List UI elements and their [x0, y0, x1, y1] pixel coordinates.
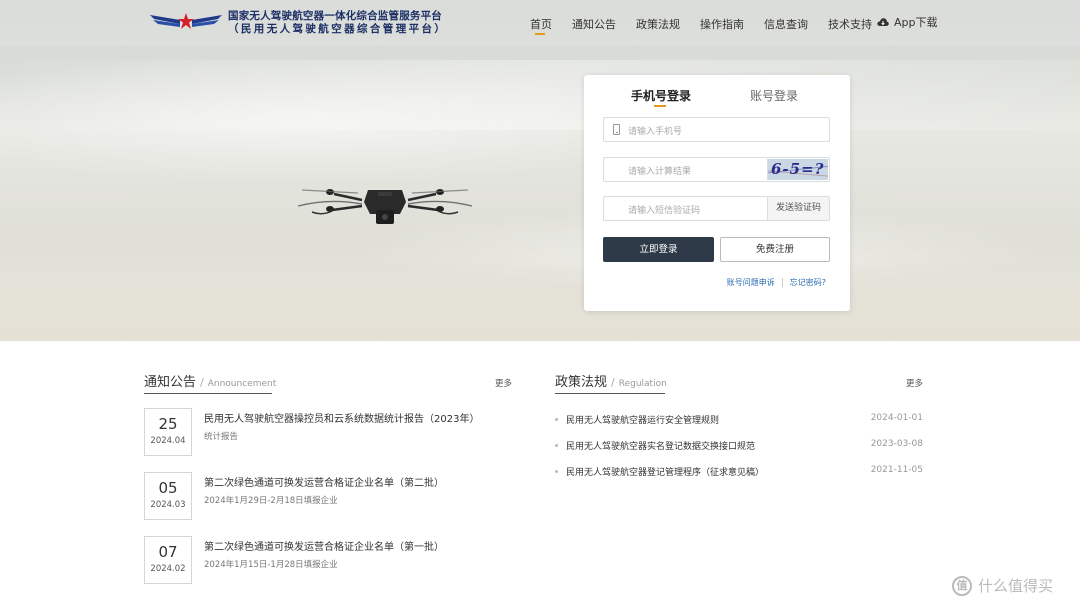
top-header: 国家无人驾驶航空器一体化综合监管服务平台 （民用无人驾驶航空器综合管理平台） 首… — [0, 0, 1080, 46]
notice-date: 05 2024.03 — [144, 472, 192, 520]
notices-underline — [144, 393, 272, 394]
drone-image — [297, 189, 473, 224]
sms-code-field[interactable]: 请输入短信验证码 发送验证码 — [603, 196, 830, 221]
caac-wings-logo[interactable] — [150, 11, 222, 33]
site-title-sub: （民用无人驾驶航空器综合管理平台） — [228, 23, 448, 35]
nav-policies[interactable]: 政策法规 — [636, 16, 680, 32]
policy-title[interactable]: 民用无人驾驶航空器登记管理程序（征求意见稿） — [566, 465, 764, 478]
main-nav: 首页 通知公告 政策法规 操作指南 信息查询 技术支持 — [530, 16, 892, 35]
sms-placeholder: 请输入短信验证码 — [628, 206, 701, 216]
send-code-button[interactable]: 发送验证码 — [767, 197, 829, 220]
policy-title[interactable]: 民用无人驾驶航空器运行安全管理规则 — [566, 413, 719, 426]
cloud-download-icon — [877, 18, 889, 26]
policies-more-link[interactable]: 更多 — [906, 377, 923, 389]
notice-day: 25 — [158, 415, 178, 433]
nav-info-query[interactable]: 信息查询 — [764, 16, 808, 32]
policy-date: 2021-11-05 — [870, 465, 923, 475]
bullet-dot — [555, 470, 558, 473]
watermark-icon: 值 — [952, 575, 972, 596]
tab-account-login[interactable]: 账号登录 — [750, 87, 798, 104]
notice-date: 25 2024.04 — [144, 408, 192, 456]
smzdm-watermark: 值 什么值得买 — [952, 575, 1053, 596]
site-title: 国家无人驾驶航空器一体化综合监管服务平台 （民用无人驾驶航空器综合管理平台） — [228, 10, 447, 36]
app-download-link[interactable]: App下载 — [877, 14, 938, 30]
nav-tech-support[interactable]: 技术支持 — [828, 16, 872, 32]
notice-day: 07 — [158, 543, 178, 561]
hero-banner — [0, 0, 1080, 341]
title-slash: / — [611, 376, 615, 389]
notice-title[interactable]: 第二次绿色通道可换发运营合格证企业名单（第二批） — [204, 474, 444, 489]
policy-item[interactable]: 民用无人驾驶航空器登记管理程序（征求意见稿） 2021-11-05 — [555, 465, 923, 479]
title-slash: / — [200, 376, 204, 389]
notice-date: 07 2024.02 — [144, 536, 192, 584]
login-button[interactable]: 立即登录 — [603, 237, 714, 262]
calc-result-field[interactable]: 请输入计算结果 6-5=? — [603, 157, 830, 182]
notice-subtitle: 统计报告 — [204, 432, 239, 442]
notices-header: 通知公告 / Announcement — [144, 371, 276, 390]
policy-title[interactable]: 民用无人驾驶航空器实名登记数据交换接口规范 — [566, 439, 755, 452]
notice-title[interactable]: 民用无人驾驶航空器操控员和云系统数据统计报告（2023年） — [204, 410, 479, 425]
notice-year-month: 2024.03 — [150, 500, 186, 510]
phone-placeholder: 请输入手机号 — [628, 127, 683, 137]
bullet-dot — [555, 418, 558, 421]
account-issue-link[interactable]: 账号问题申诉 — [727, 277, 775, 288]
notice-title[interactable]: 第二次绿色通道可换发运营合格证企业名单（第一批） — [204, 538, 444, 553]
policies-underline — [555, 393, 665, 394]
notice-subtitle: 2024年1月29日-2月18日填报企业 — [204, 496, 338, 506]
policies-header: 政策法规 / Regulation — [555, 371, 667, 390]
login-links: 账号问题申诉 忘记密码? — [727, 277, 826, 288]
notice-day: 05 — [158, 479, 178, 497]
notice-item[interactable]: 25 2024.04 民用无人驾驶航空器操控员和云系统数据统计报告（2023年）… — [144, 408, 504, 456]
policy-date: 2023-03-08 — [870, 439, 923, 449]
forgot-password-link[interactable]: 忘记密码? — [790, 277, 826, 288]
bullet-dot — [555, 444, 558, 447]
login-tabs: 手机号登录 账号登录 — [584, 87, 850, 107]
policies-title-en: Regulation — [618, 379, 667, 389]
notice-item[interactable]: 05 2024.03 第二次绿色通道可换发运营合格证企业名单（第二批） 2024… — [144, 472, 504, 520]
phone-field[interactable]: 请输入手机号 — [603, 117, 830, 142]
watermark-text: 什么值得买 — [978, 577, 1054, 595]
policy-item[interactable]: 民用无人驾驶航空器运行安全管理规则 2024-01-01 — [555, 413, 923, 427]
calc-placeholder: 请输入计算结果 — [628, 167, 692, 177]
notices-title: 通知公告 — [144, 375, 197, 390]
notices-more-link[interactable]: 更多 — [495, 377, 512, 389]
policies-title: 政策法规 — [555, 375, 608, 390]
policy-date: 2024-01-01 — [870, 413, 923, 423]
nav-home[interactable]: 首页 — [530, 16, 552, 35]
app-download-label: App下载 — [894, 16, 938, 29]
nav-guide[interactable]: 操作指南 — [700, 16, 744, 32]
login-card: 手机号登录 账号登录 请输入手机号 请输入计算结果 6-5=? 请输入短信验证码… — [584, 75, 850, 311]
notice-item[interactable]: 07 2024.02 第二次绿色通道可换发运营合格证企业名单（第一批） 2024… — [144, 536, 504, 584]
phone-icon — [613, 124, 620, 135]
notices-title-en: Announcement — [207, 379, 277, 389]
site-title-main: 国家无人驾驶航空器一体化综合监管服务平台 — [228, 10, 442, 22]
notice-year-month: 2024.02 — [150, 564, 186, 574]
notice-year-month: 2024.04 — [150, 436, 186, 446]
register-button[interactable]: 免费注册 — [720, 237, 830, 262]
nav-notices[interactable]: 通知公告 — [572, 16, 616, 32]
captcha-image[interactable]: 6-5=? — [767, 159, 828, 180]
notice-subtitle: 2024年1月15日-1月28日填报企业 — [204, 560, 338, 570]
captcha-text: 6-5=? — [771, 160, 825, 178]
link-divider — [781, 278, 783, 287]
policy-item[interactable]: 民用无人驾驶航空器实名登记数据交换接口规范 2023-03-08 — [555, 439, 923, 453]
tab-phone-login[interactable]: 手机号登录 — [631, 87, 691, 107]
